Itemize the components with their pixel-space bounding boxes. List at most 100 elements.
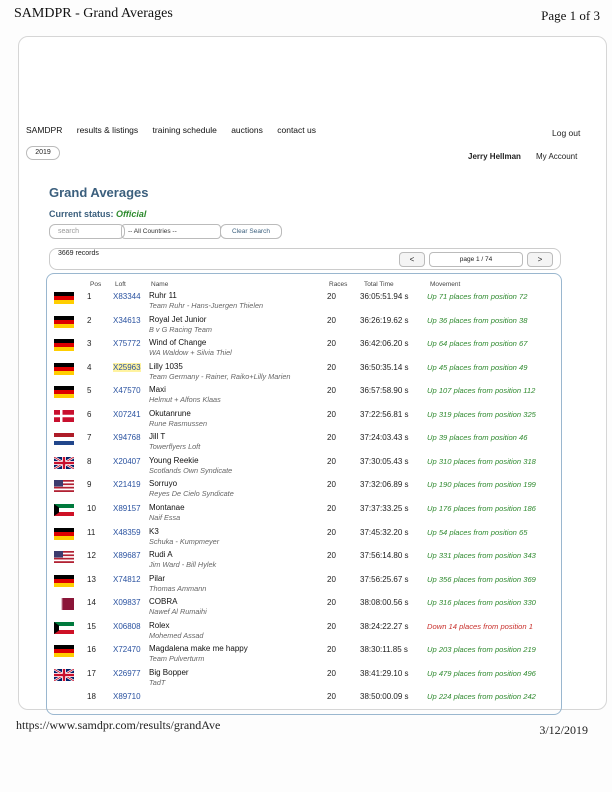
table-row[interactable]: 12 X89687 Rudi A Jim Ward - Bill Hylek 20 37:…: [49, 548, 557, 572]
row-loft-link[interactable]: X89157: [113, 504, 141, 513]
table-row[interactable]: 9 X21419 Sorruyo Reyes De Cielo Syndicate 20…: [49, 477, 557, 501]
row-pos: 15: [87, 621, 96, 631]
table-row[interactable]: 15 X06808 Rolex Mohemed Assad 20 38:24:22.27 …: [49, 619, 557, 643]
clear-search-button[interactable]: Clear Search: [220, 224, 282, 239]
table-row[interactable]: 18 X89710 20 38:50:00.09 s Up 224 places fro…: [49, 689, 557, 713]
user-name: Jerry Hellman: [468, 152, 521, 161]
row-loft-link[interactable]: X47570: [113, 386, 141, 395]
row-races: 20: [327, 503, 336, 513]
flag-icon: [54, 362, 74, 375]
col-movement: Movement: [430, 281, 461, 288]
nav-item-samdpr[interactable]: SAMDPR: [26, 125, 62, 135]
row-loft-link[interactable]: X09837: [113, 598, 141, 607]
row-bird-name: Rudi A: [149, 550, 173, 560]
row-movement: Up 54 places from position 65: [427, 527, 528, 537]
logout-link[interactable]: Log out: [552, 128, 580, 138]
table-row[interactable]: 2 X34613 Royal Jet Junior B v G Racing Team…: [49, 313, 557, 337]
table-row[interactable]: 8 X20407 Young Reekie Scotlands Own Syndica…: [49, 454, 557, 478]
document-title: SAMDPR - Grand Averages: [14, 6, 173, 21]
row-bird-name: Montanae: [149, 502, 185, 512]
nav-item-results[interactable]: results & listings: [77, 125, 138, 135]
table-row[interactable]: 13 X74812 Pilar Thomas Ammann 20 37:56:25.67 …: [49, 572, 557, 596]
row-owner: Team Pulverturm: [149, 654, 205, 664]
row-movement: Up 71 places from position 72: [427, 292, 528, 301]
row-bird-name: Maxi: [149, 385, 166, 395]
row-loft-link[interactable]: X26977: [113, 669, 141, 678]
row-races: 20: [327, 456, 336, 466]
row-loft-link[interactable]: X06808: [113, 622, 141, 631]
row-owner: Jim Ward - Bill Hylek: [149, 560, 217, 570]
row-total-time: 38:24:22.27 s: [360, 621, 409, 631]
row-loft-link[interactable]: X34613: [113, 316, 141, 325]
record-count: 3669 records: [58, 250, 99, 257]
row-loft-link[interactable]: X25963: [113, 362, 141, 372]
page-title: Grand Averages: [49, 185, 149, 200]
row-total-time: 37:32:06.89 s: [360, 480, 409, 490]
flag-icon: [54, 292, 74, 304]
row-loft-link[interactable]: X74812: [113, 575, 141, 584]
footer-url: https://www.samdpr.com/results/grandAve: [16, 718, 221, 732]
flag-icon: [54, 574, 74, 587]
row-owner: Rune Rasmussen: [149, 418, 207, 428]
flag-icon: [54, 456, 74, 469]
prev-page-button[interactable]: <: [399, 252, 425, 267]
table-row[interactable]: 5 X47570 Maxi Helmut + Alfons Klaas 20 36:57:…: [49, 383, 557, 407]
row-owner: Team Germany - Rainer, Raiko+Lilly Marie…: [149, 371, 291, 381]
row-loft-link[interactable]: X07241: [113, 410, 141, 419]
year-selector[interactable]: 2019: [26, 146, 60, 160]
page-count: Page 1 of 3: [541, 8, 600, 23]
table-row[interactable]: 1 X83344 Ruhr 11 Team Ruhr - Hans-Juergen T…: [49, 289, 557, 313]
row-loft-link[interactable]: X94768: [113, 433, 141, 442]
row-owner: Reyes De Cielo Syndicate: [149, 489, 234, 499]
row-total-time: 36:50:35.14 s: [360, 362, 409, 372]
flag-icon: [54, 386, 74, 399]
row-total-time: 37:45:32.20 s: [360, 527, 409, 537]
row-loft-link[interactable]: X21419: [113, 480, 141, 489]
row-loft-link[interactable]: X75772: [113, 339, 141, 348]
row-movement: Up 316 places from position 330: [427, 598, 536, 608]
table-row[interactable]: 11 X48359 K3 Schuka - Kumpmeyer 20 37:45:32.2…: [49, 525, 557, 549]
flag-icon: [54, 527, 74, 540]
row-total-time: 38:50:00.09 s: [360, 692, 409, 702]
table-row[interactable]: 14 X09837 COBRA Nawef Al Rumaihi 20 38:08:00.…: [49, 595, 557, 619]
nav-item-training[interactable]: training schedule: [153, 125, 217, 135]
nav-item-contact[interactable]: contact us: [277, 125, 316, 135]
row-pos: 7: [87, 433, 92, 443]
row-movement: Up 190 places from position 199: [427, 480, 536, 490]
table-row[interactable]: 10 X89157 Montanae Naif Essa 20 37:37:33.25 s…: [49, 501, 557, 525]
my-account-link[interactable]: My Account: [536, 152, 577, 161]
nav-item-auctions[interactable]: auctions: [231, 125, 263, 135]
row-loft-link[interactable]: X89687: [113, 551, 141, 560]
row-races: 20: [327, 692, 336, 702]
table-row[interactable]: 4 X25963 Lilly 1035 Team Germany - Rainer, …: [49, 360, 557, 384]
row-total-time: 37:37:33.25 s: [360, 503, 409, 513]
col-pos: Pos: [90, 281, 102, 288]
row-loft-link[interactable]: X89710: [113, 692, 141, 701]
row-races: 20: [327, 574, 336, 584]
table-row[interactable]: 6 X07241 Okutanrune Rune Rasmussen 20 37:22:5…: [49, 407, 557, 431]
table-row[interactable]: 3 X75772 Wind of Change WA Waldow + Silvia …: [49, 336, 557, 360]
row-loft-link[interactable]: X72470: [113, 645, 141, 654]
row-movement: Up 203 places from position 219: [427, 645, 536, 655]
flag-icon: [54, 598, 74, 611]
search-input[interactable]: search: [49, 224, 125, 239]
flag-icon: [54, 409, 74, 422]
row-loft-link[interactable]: X48359: [113, 528, 141, 537]
row-races: 20: [327, 292, 336, 301]
row-total-time: 36:42:06.20 s: [360, 339, 409, 349]
row-loft-link[interactable]: X83344: [113, 292, 141, 301]
row-pos: 9: [87, 480, 92, 490]
row-pos: 1: [87, 292, 92, 301]
row-pos: 8: [87, 456, 92, 466]
row-pos: 3: [87, 339, 92, 349]
country-select[interactable]: -- All Countries --: [121, 224, 221, 239]
next-page-button[interactable]: >: [527, 252, 553, 267]
table-row[interactable]: 17 X26977 Big Bopper TadT 20 38:41:29.10 s Up …: [49, 666, 557, 690]
row-pos: 14: [87, 598, 96, 608]
table-row[interactable]: 7 X94768 Jill T Towerflyers Loft 20 37:24:03.…: [49, 430, 557, 454]
footer-date: 3/12/2019: [539, 723, 588, 737]
row-bird-name: Okutanrune: [149, 408, 191, 418]
row-loft-link[interactable]: X20407: [113, 457, 141, 466]
table-row[interactable]: 16 X72470 Magdalena make me happy Team Pulv…: [49, 642, 557, 666]
flag-icon: [54, 503, 74, 516]
